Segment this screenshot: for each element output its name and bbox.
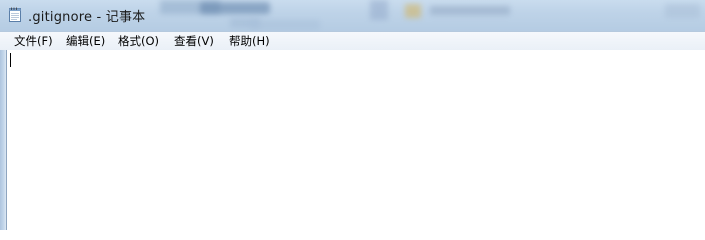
menu-format[interactable]: 格式(O) — [116, 33, 161, 49]
title-bar[interactable]: .gitignore - 记事本 — [0, 0, 705, 31]
background-blur — [370, 0, 388, 20]
background-blur — [230, 18, 260, 28]
background-blur — [405, 4, 421, 18]
notepad-window: .gitignore - 记事本 文件(F) 编辑(E) 格式(O) 查看(V)… — [0, 0, 705, 230]
menu-bar: 文件(F) 编辑(E) 格式(O) 查看(V) 帮助(H) — [0, 31, 705, 51]
background-blur — [160, 0, 220, 14]
background-blur — [665, 4, 700, 18]
menu-file[interactable]: 文件(F) — [12, 33, 55, 49]
background-blur — [250, 20, 320, 30]
menu-edit[interactable]: 编辑(E) — [64, 33, 107, 49]
background-blur — [200, 2, 270, 14]
text-caret — [10, 53, 11, 67]
text-editor-area[interactable] — [6, 50, 705, 230]
menu-view[interactable]: 查看(V) — [172, 33, 216, 49]
notepad-icon[interactable] — [9, 7, 21, 22]
window-title: .gitignore - 记事本 — [28, 10, 146, 25]
background-blur — [430, 6, 510, 15]
menu-help[interactable]: 帮助(H) — [227, 33, 272, 49]
